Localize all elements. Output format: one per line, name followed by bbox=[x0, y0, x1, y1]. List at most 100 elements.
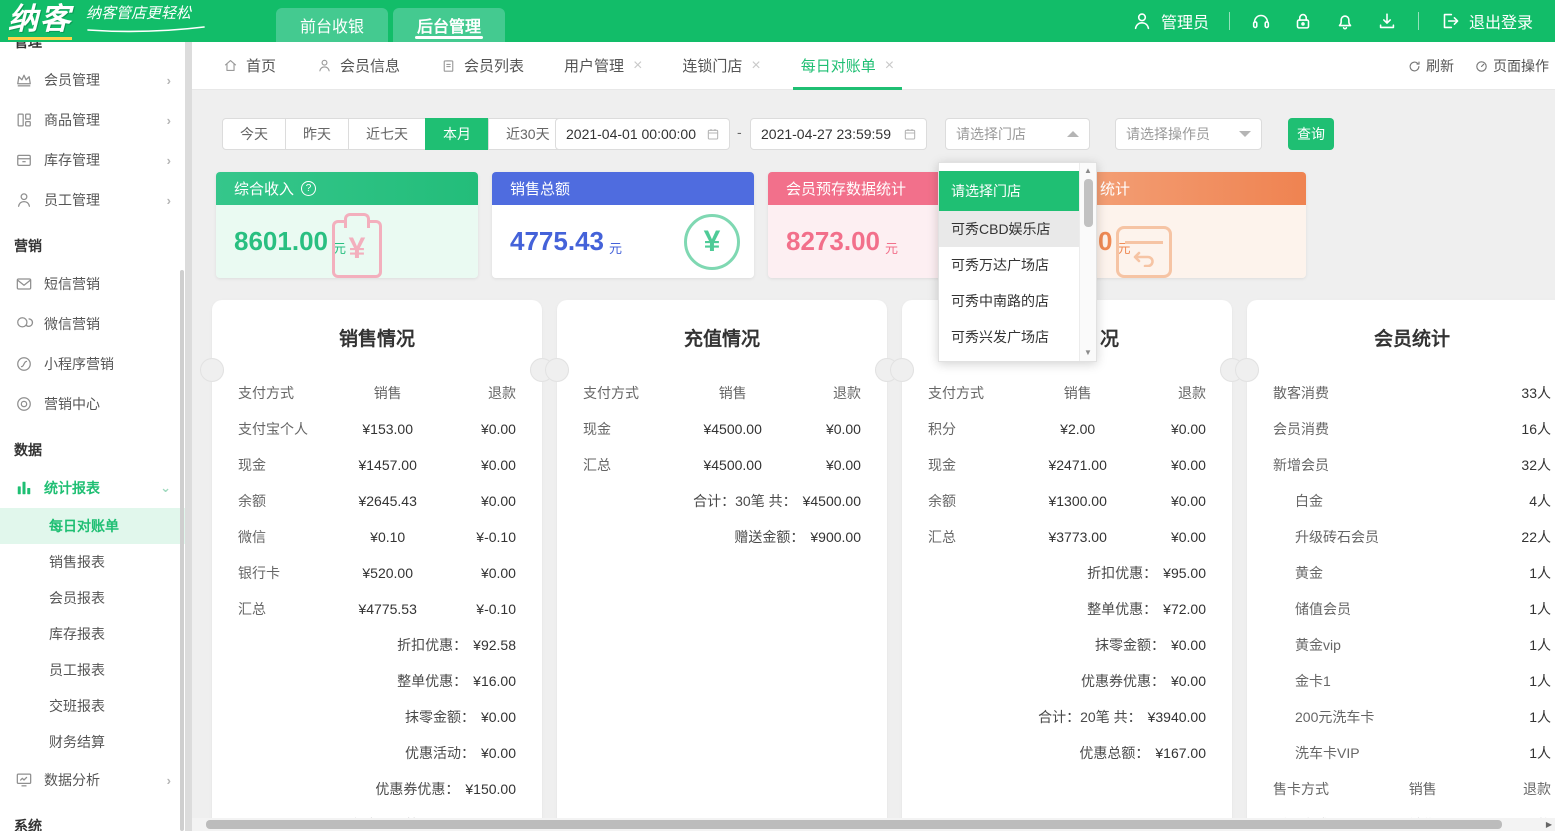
sidebar-item-member-management[interactable]: 会员管理 › bbox=[0, 60, 185, 100]
summary-line: 合计：30笔 共：¥4500.00 bbox=[557, 483, 887, 519]
brand: 纳客 纳客管店更轻松 bbox=[0, 0, 206, 42]
tab-member-info[interactable]: 会员信息 bbox=[316, 42, 400, 90]
logout-button[interactable]: 退出登录 bbox=[1439, 9, 1533, 33]
calendar-icon bbox=[902, 126, 918, 142]
sidebar-item-product-management[interactable]: 商品管理 › bbox=[0, 100, 185, 140]
sidebar-item-inventory-management[interactable]: 库存管理 › bbox=[0, 140, 185, 180]
card-sales-header: 售卡方式 销售 退款 bbox=[1247, 771, 1555, 807]
horizontal-scrollbar[interactable]: ▶ bbox=[192, 818, 1555, 831]
sidebar-subitem-sales-report[interactable]: 销售报表 bbox=[0, 544, 185, 580]
close-icon[interactable]: × bbox=[751, 57, 760, 75]
table-row: 余额¥2645.43¥0.00 bbox=[212, 483, 542, 519]
tab-home[interactable]: 首页 bbox=[222, 42, 276, 90]
sidebar-subitem-inventory-report[interactable]: 库存报表 bbox=[0, 616, 185, 652]
clipboard-icon bbox=[440, 57, 457, 74]
dropdown-option-partial[interactable] bbox=[939, 355, 1079, 362]
sidebar-item-wechat-marketing[interactable]: 微信营销 bbox=[0, 304, 185, 344]
bell-icon[interactable] bbox=[1334, 10, 1356, 32]
summary-line: 抹零金额：¥0.00 bbox=[902, 627, 1232, 663]
member-stat-row: 升级砖石会员22人 bbox=[1247, 519, 1555, 555]
chevron-right-icon: › bbox=[167, 193, 171, 208]
end-datetime-field[interactable] bbox=[750, 118, 927, 150]
sidebar-item-staff-management[interactable]: 员工管理 › bbox=[0, 180, 185, 220]
dropdown-option-store-4[interactable]: 可秀兴发广场店 bbox=[939, 319, 1079, 355]
top-right-actions: 管理员 退出登录 bbox=[1131, 0, 1555, 42]
dropdown-scrollbar[interactable]: ▲ ▼ bbox=[1079, 163, 1096, 361]
summary-line: 折扣优惠：¥92.58 bbox=[212, 627, 542, 663]
end-datetime-input[interactable] bbox=[761, 126, 902, 142]
table-row: 微信¥0.10¥-0.10 bbox=[212, 519, 542, 555]
table-header: 支付方式 销售 退款 bbox=[557, 375, 887, 411]
sidebar-scrollbar-thumb[interactable] bbox=[180, 270, 184, 831]
tab-daily-statement[interactable]: 每日对账单 × bbox=[801, 42, 894, 90]
horizontal-scrollbar-thumb[interactable] bbox=[206, 820, 1502, 829]
download-icon[interactable] bbox=[1376, 10, 1398, 32]
summary-cards: 综合收入 ? 8601.00 元 ¥ 销售总额 4775.43 元 ¥ 会员预存… bbox=[216, 172, 1306, 278]
dropdown-option-placeholder[interactable]: 请选择门店 bbox=[939, 171, 1079, 211]
member-stat-row: 黄金vip1人 bbox=[1247, 627, 1555, 663]
scroll-right-icon[interactable]: ▶ bbox=[1546, 819, 1552, 830]
summary-line: 合计：20笔 共：¥3940.00 bbox=[902, 699, 1232, 735]
member-stat-row: 200元洗车卡1人 bbox=[1247, 699, 1555, 735]
start-datetime-field[interactable] bbox=[555, 118, 730, 150]
sidebar-item-marketing-center[interactable]: 营销中心 bbox=[0, 384, 185, 424]
refresh-button[interactable]: 刷新 bbox=[1407, 56, 1454, 76]
range-yesterday-button[interactable]: 昨天 bbox=[285, 118, 349, 150]
operator-select[interactable]: 请选择操作员 bbox=[1115, 118, 1262, 150]
scroll-down-icon[interactable]: ▼ bbox=[1084, 347, 1092, 359]
close-icon[interactable]: × bbox=[633, 57, 642, 75]
store-select[interactable]: 请选择门店 bbox=[945, 118, 1090, 150]
table-row: 汇总¥4500.00¥0.00 bbox=[557, 447, 887, 483]
sidebar-subitem-staff-report[interactable]: 员工报表 bbox=[0, 652, 185, 688]
user-name: 管理员 bbox=[1161, 9, 1209, 33]
close-icon[interactable]: × bbox=[885, 57, 894, 75]
tab-user-management[interactable]: 用户管理 × bbox=[564, 42, 642, 90]
tab-actions: 刷新 页面操作 bbox=[1407, 42, 1555, 90]
member-stat-row: 新增会员32人 bbox=[1247, 447, 1555, 483]
range-last7days-button[interactable]: 近七天 bbox=[348, 118, 426, 150]
tab-member-list[interactable]: 会员列表 bbox=[440, 42, 524, 90]
summary-line: 抹零金额：¥0.00 bbox=[212, 699, 542, 735]
sidebar-item-miniprogram-marketing[interactable]: 小程序营销 bbox=[0, 344, 185, 384]
sidebar-subitem-member-report[interactable]: 会员报表 bbox=[0, 580, 185, 616]
nav-front-cashier[interactable]: 前台收银 bbox=[276, 8, 388, 42]
member-stat-row: 洗车卡VIP1人 bbox=[1247, 735, 1555, 771]
current-user[interactable]: 管理员 bbox=[1131, 9, 1209, 33]
page-operations-button[interactable]: 页面操作 bbox=[1474, 56, 1549, 76]
summary-line: 优惠总额：¥167.00 bbox=[902, 735, 1232, 771]
summary-line: 优惠活动：¥0.00 bbox=[212, 735, 542, 771]
sidebar-subitem-daily-statement[interactable]: 每日对账单 bbox=[0, 508, 185, 544]
panel-member-stats: 会员统计 散客消费33人 会员消费16人 新增会员32人 白金4人 升级砖石会员… bbox=[1247, 300, 1555, 818]
miniprogram-icon bbox=[14, 354, 34, 374]
tab-chain-stores[interactable]: 连锁门店 × bbox=[682, 42, 760, 90]
user-icon bbox=[1131, 10, 1153, 32]
lock-icon[interactable] bbox=[1292, 10, 1314, 32]
nav-backend-admin[interactable]: 后台管理 bbox=[393, 8, 505, 42]
report-panels: 销售情况 支付方式 销售 退款 支付宝个人¥153.00¥0.00 现金¥145… bbox=[212, 300, 1555, 818]
sidebar-item-sms-marketing[interactable]: 短信营销 bbox=[0, 264, 185, 304]
gauge-icon bbox=[1474, 59, 1489, 74]
headset-icon[interactable] bbox=[1250, 10, 1272, 32]
dropdown-option-store-3[interactable]: 可秀中南路的店 bbox=[939, 283, 1079, 319]
date-range-separator: - bbox=[737, 124, 742, 140]
sidebar-item-data-analysis[interactable]: 数据分析 › bbox=[0, 760, 185, 800]
dropdown-option-store-2[interactable]: 可秀万达广场店 bbox=[939, 247, 1079, 283]
summary-line: 折扣优惠：¥95.00 bbox=[902, 555, 1232, 591]
range-thismonth-button[interactable]: 本月 bbox=[425, 118, 489, 150]
card-total-income-header: 综合收入 ? bbox=[216, 172, 478, 205]
search-button[interactable]: 查询 bbox=[1288, 118, 1334, 150]
table-row: 现金¥1457.00¥0.00 bbox=[212, 447, 542, 483]
dropdown-option-store-1[interactable]: 可秀CBD娱乐店 bbox=[939, 211, 1079, 247]
calendar-icon bbox=[705, 126, 721, 142]
chevron-right-icon: › bbox=[167, 773, 171, 788]
start-datetime-input[interactable] bbox=[566, 126, 705, 142]
range-today-button[interactable]: 今天 bbox=[222, 118, 286, 150]
member-stat-row: 白金4人 bbox=[1247, 483, 1555, 519]
sidebar-subitem-shift-report[interactable]: 交班报表 bbox=[0, 688, 185, 724]
sidebar-item-statistics-reports[interactable]: 统计报表 ⌄ bbox=[0, 468, 185, 508]
scroll-thumb[interactable] bbox=[1084, 179, 1093, 227]
clipboard-yen-icon: ¥ bbox=[332, 220, 382, 278]
scroll-up-icon[interactable]: ▲ bbox=[1084, 165, 1092, 177]
sidebar-subitem-finance-settlement[interactable]: 财务结算 bbox=[0, 724, 185, 760]
help-icon[interactable]: ? bbox=[301, 181, 316, 196]
